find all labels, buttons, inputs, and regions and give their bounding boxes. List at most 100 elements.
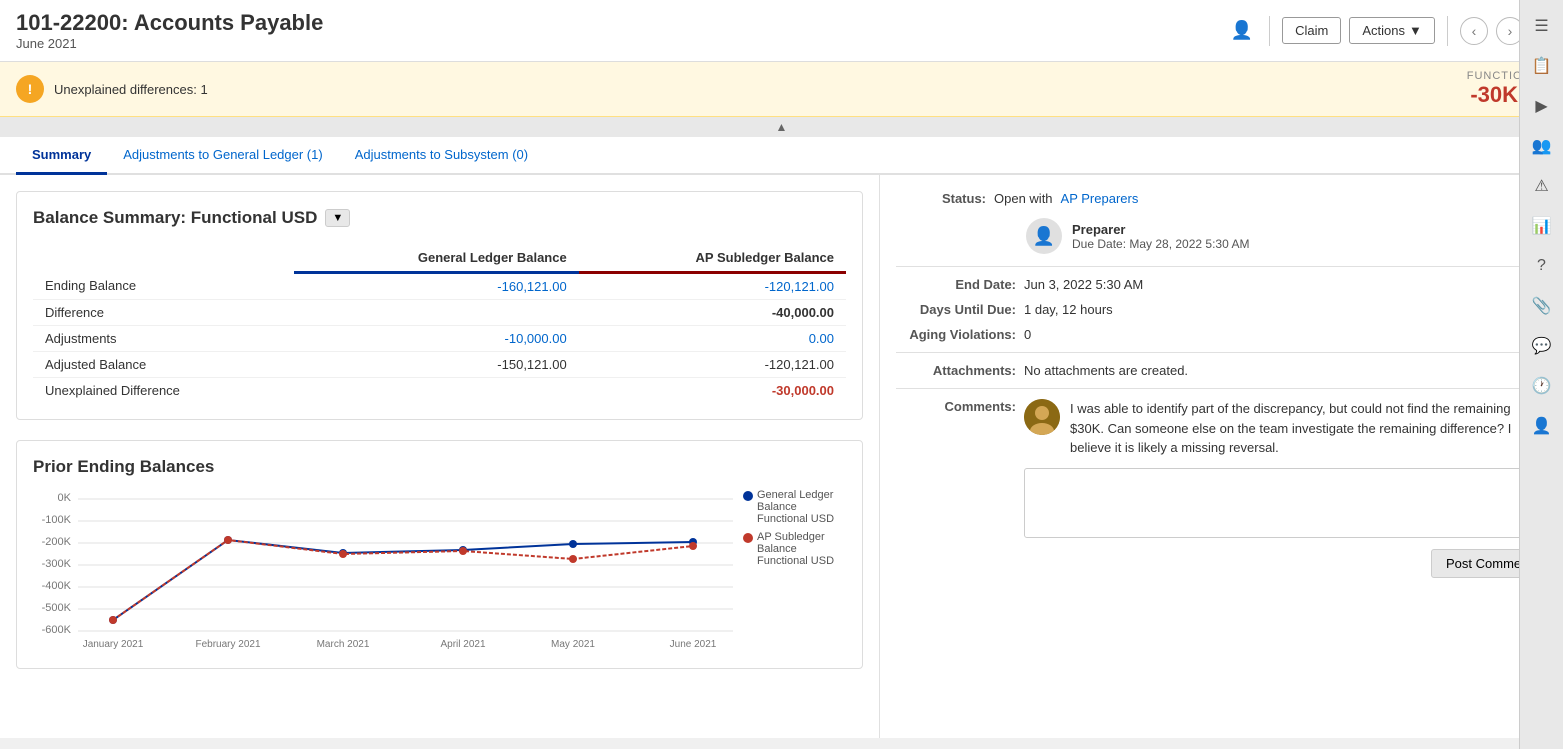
status-label: Status: [896,191,986,206]
legend-label-ap: AP Subledger Balance Functional USD [757,531,846,567]
dropdown-arrow-icon: ▼ [1409,23,1422,38]
svg-text:-400K: -400K [42,580,72,592]
tab-summary[interactable]: Summary [16,137,107,175]
claim-button[interactable]: Claim [1282,17,1341,44]
days-due-label: Days Until Due: [896,302,1016,317]
main-content: Balance Summary: Functional USD ▼ Genera… [0,175,1563,738]
warning-left: ! Unexplained differences: 1 [16,75,208,103]
functional-value: -30K [1470,82,1518,107]
chart-container: 0K -100K -200K -300K -400K -500K -600K [33,489,846,652]
table-row: Ending Balance-160,121.00-120,121.00 [33,273,846,300]
divider [1269,16,1270,46]
warning-text: Unexplained differences: 1 [54,82,208,97]
row-label: Adjustments [33,326,294,352]
tabs-bar: Summary Adjustments to General Ledger (1… [0,137,1563,175]
chart-svg: 0K -100K -200K -300K -400K -500K -600K [33,489,733,649]
table-row: Adjustments-10,000.000.00 [33,326,846,352]
svg-text:-200K: -200K [42,536,72,548]
user-icon[interactable]: 👤 [1227,16,1257,45]
row-gl [294,378,578,404]
attachments-label: Attachments: [896,363,1016,378]
row-gl: -160,121.00 [294,273,578,300]
comment-actions: Post Comment [1024,545,1547,578]
table-row: Adjusted Balance-150,121.00-120,121.00 [33,352,846,378]
preparer-card: 👤 Preparer Due Date: May 28, 2022 5:30 A… [1026,218,1547,254]
nav-prev-button[interactable]: ‹ [1460,17,1488,45]
days-due-value: 1 day, 12 hours [1024,302,1113,317]
legend-label-gl: General Ledger Balance Functional USD [757,489,846,525]
balance-summary-title: Balance Summary: Functional USD ▼ [33,208,846,228]
divider-3 [896,388,1547,389]
svg-text:January 2021: January 2021 [83,639,144,649]
svg-text:-100K: -100K [42,514,72,526]
page-title: 101-22200: Accounts Payable [16,10,323,36]
row-ap: -120,121.00 [579,273,846,300]
header-title: 101-22200: Accounts Payable June 2021 [16,10,323,51]
sidebar-play-icon[interactable]: ▶ [1524,88,1560,124]
svg-text:March 2021: March 2021 [317,639,370,649]
svg-text:-500K: -500K [42,602,72,614]
row-label: Adjusted Balance [33,352,294,378]
warning-icon: ! [16,75,44,103]
sidebar-list-icon[interactable]: ☰ [1524,8,1560,44]
row-label: Ending Balance [33,273,294,300]
row-gl [294,300,578,326]
sidebar-help-icon[interactable]: ? [1524,248,1560,284]
sidebar-chat-icon[interactable]: 💬 [1524,328,1560,364]
page-subtitle: June 2021 [16,36,323,51]
attachments-row: Attachments: No attachments are created. [896,363,1547,378]
legend-item-gl: General Ledger Balance Functional USD [743,489,846,525]
aging-label: Aging Violations: [896,327,1016,342]
sidebar-user-circle-icon[interactable]: 👤 [1524,408,1560,444]
row-ap: -120,121.00 [579,352,846,378]
chart-area: 0K -100K -200K -300K -400K -500K -600K [33,489,733,652]
end-date-value: Jun 3, 2022 5:30 AM [1024,277,1143,292]
col-gl: General Ledger Balance [294,244,578,273]
divider2 [1447,16,1448,46]
svg-text:June 2021: June 2021 [670,639,717,649]
sidebar-paperclip-icon[interactable]: 📎 [1524,288,1560,324]
balance-table: General Ledger Balance AP Subledger Bala… [33,244,846,403]
aging-value: 0 [1024,327,1031,342]
comments-label: Comments: [896,399,1016,414]
chart-legend: General Ledger Balance Functional USD AP… [743,489,846,573]
sidebar-data-icon[interactable]: 📊 [1524,208,1560,244]
row-label: Difference [33,300,294,326]
actions-button[interactable]: Actions ▼ [1349,17,1435,44]
avatar: 👤 [1026,218,1062,254]
collapse-bar[interactable]: ▲ [0,117,1563,137]
table-row: Unexplained Difference-30,000.00 [33,378,846,404]
svg-text:0K: 0K [58,492,72,504]
preparer-info: Preparer Due Date: May 28, 2022 5:30 AM [1072,222,1249,251]
balance-summary-dropdown[interactable]: ▼ [325,209,350,227]
svg-text:-300K: -300K [42,558,72,570]
status-section: Status: Open with AP Preparers [896,191,1547,206]
table-row: Difference-40,000.00 [33,300,846,326]
aging-row: Aging Violations: 0 [896,327,1547,342]
tab-subsystem[interactable]: Adjustments to Subsystem (0) [339,137,544,175]
status-link[interactable]: AP Preparers [1061,191,1139,206]
comment-avatar [1024,399,1060,435]
col-ap: AP Subledger Balance [579,244,846,273]
balance-summary-card: Balance Summary: Functional USD ▼ Genera… [16,191,863,420]
col-label [33,244,294,273]
sidebar-user-settings-icon[interactable]: 👥 [1524,128,1560,164]
header: 101-22200: Accounts Payable June 2021 👤 … [0,0,1563,62]
sidebar-warning-icon[interactable]: ⚠ [1524,168,1560,204]
sidebar-doc-icon[interactable]: 📋 [1524,48,1560,84]
prior-balances-title: Prior Ending Balances [33,457,846,477]
avatar-svg [1024,399,1060,435]
divider-2 [896,352,1547,353]
sidebar-clock-icon[interactable]: 🕐 [1524,368,1560,404]
right-sidebar: ☰ 📋 ▶ 👥 ⚠ 📊 ? 📎 💬 🕐 👤 [1519,0,1563,749]
attachments-value: No attachments are created. [1024,363,1188,378]
comment-input[interactable] [1024,468,1547,538]
end-date-row: End Date: Jun 3, 2022 5:30 AM [896,277,1547,292]
row-ap: -30,000.00 [579,378,846,404]
row-gl: -150,121.00 [294,352,578,378]
svg-text:April 2021: April 2021 [440,639,485,649]
legend-item-ap: AP Subledger Balance Functional USD [743,531,846,567]
warning-bar: ! Unexplained differences: 1 FUNCTIONAL … [0,62,1563,117]
tab-gl[interactable]: Adjustments to General Ledger (1) [107,137,338,175]
row-gl: -10,000.00 [294,326,578,352]
